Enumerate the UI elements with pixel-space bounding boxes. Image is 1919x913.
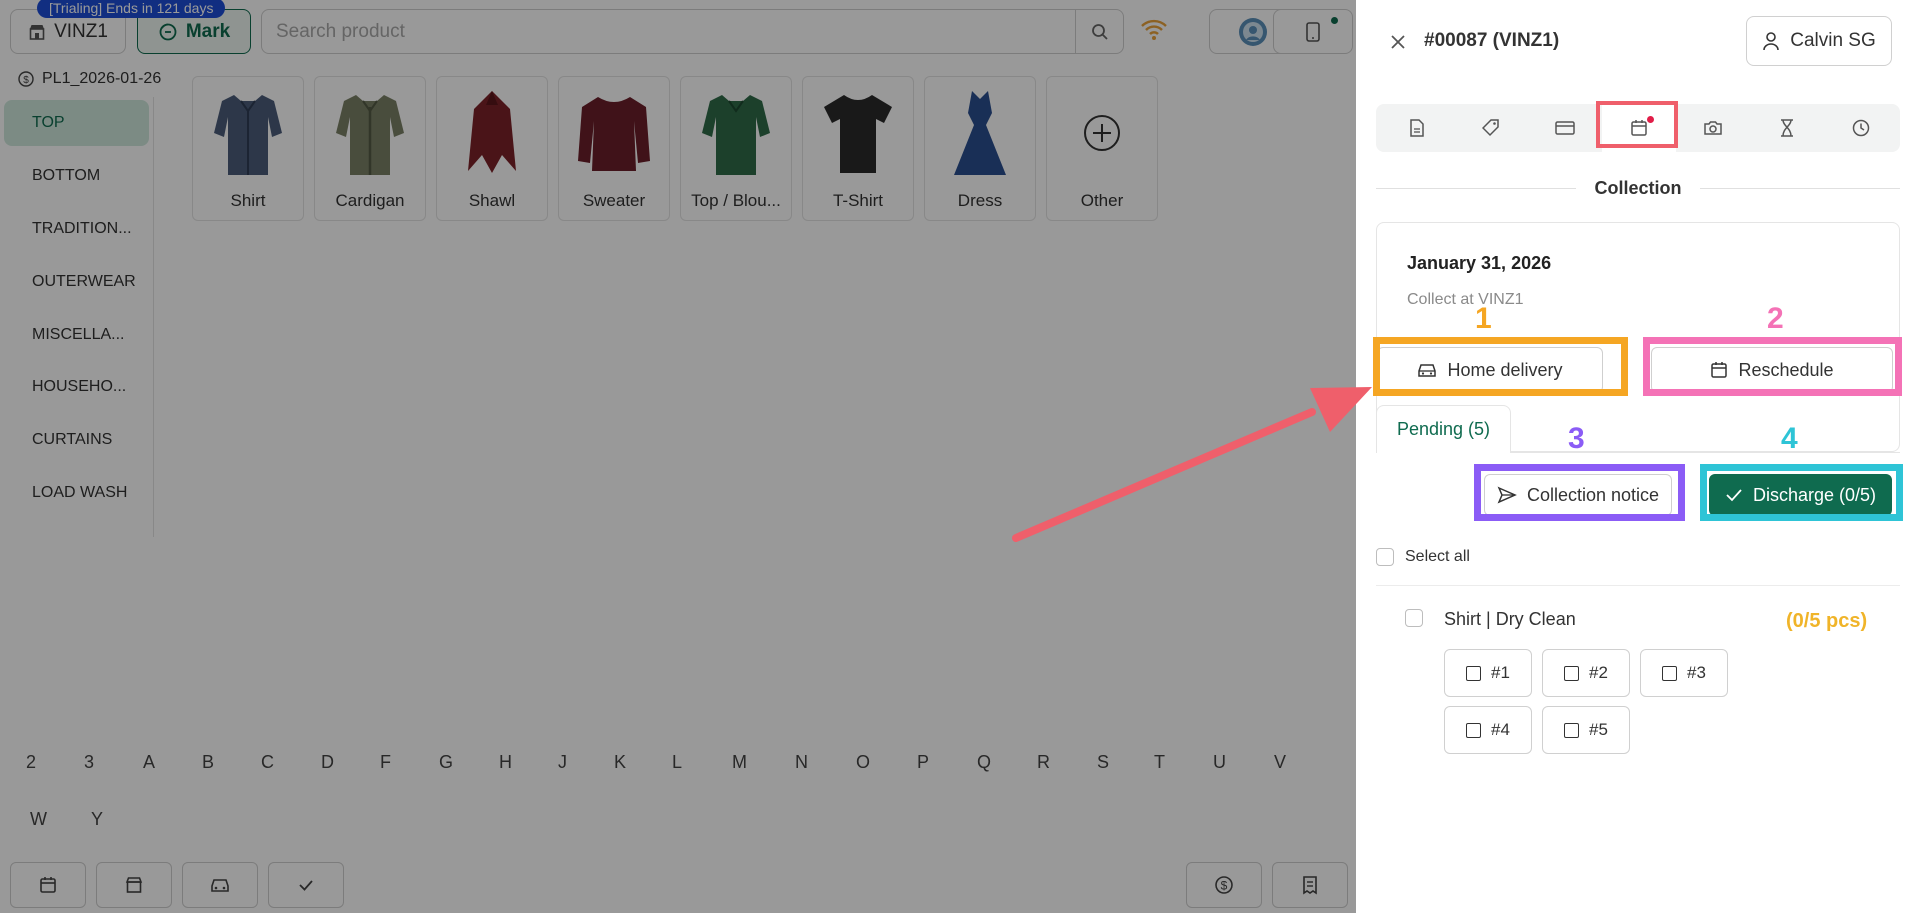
car-icon	[1417, 361, 1437, 379]
checkbox-icon	[1466, 722, 1482, 738]
piece-button[interactable]: #5	[1542, 706, 1630, 754]
tab-photos[interactable]	[1676, 104, 1750, 152]
check-icon	[1725, 487, 1743, 503]
checkbox-icon	[1564, 665, 1580, 681]
user-name: Calvin SG	[1790, 30, 1876, 51]
camera-icon	[1703, 120, 1723, 136]
order-drawer: #00087 (VINZ1) Calvin SG Collection Janu…	[1356, 0, 1919, 913]
tag-icon	[1482, 119, 1500, 137]
tab-tags[interactable]	[1454, 104, 1528, 152]
annotation-number-1: 1	[1475, 302, 1492, 335]
checkbox-icon	[1564, 722, 1580, 738]
piece-label: #2	[1589, 663, 1608, 682]
tab-pending[interactable]: Pending (5)	[1376, 405, 1511, 453]
user-icon	[1762, 31, 1780, 51]
modal-backdrop[interactable]	[0, 0, 1356, 913]
reschedule-button[interactable]: Reschedule	[1651, 347, 1893, 393]
calendar-icon	[1710, 361, 1728, 379]
piece-button[interactable]: #4	[1444, 706, 1532, 754]
divider	[1376, 585, 1900, 586]
home-delivery-label: Home delivery	[1447, 359, 1563, 380]
tab-details[interactable]	[1380, 104, 1454, 152]
tab-collection[interactable]	[1602, 104, 1676, 152]
piece-button[interactable]: #3	[1640, 649, 1728, 697]
tab-payment[interactable]	[1528, 104, 1602, 152]
item-checkbox[interactable]	[1405, 609, 1423, 627]
discharge-button[interactable]: Discharge (0/5)	[1709, 474, 1892, 516]
select-all-checkbox[interactable]	[1376, 548, 1394, 566]
annotation-number-3: 3	[1568, 422, 1585, 455]
piece-label: #3	[1687, 663, 1706, 682]
item-count: (0/5 pcs)	[1786, 610, 1868, 632]
annotation-number-4: 4	[1781, 422, 1798, 455]
piece-label: #5	[1589, 720, 1608, 739]
reschedule-label: Reschedule	[1738, 359, 1834, 380]
close-button[interactable]	[1388, 32, 1408, 52]
tab-timer[interactable]	[1750, 104, 1824, 152]
hourglass-icon	[1780, 119, 1794, 137]
document-icon	[1409, 119, 1425, 137]
send-icon	[1497, 486, 1517, 504]
piece-button[interactable]: #2	[1542, 649, 1630, 697]
tab-history[interactable]	[1824, 104, 1898, 152]
discharge-label: Discharge (0/5)	[1752, 484, 1877, 505]
close-icon	[1388, 32, 1408, 52]
checkbox-icon	[1662, 665, 1678, 681]
drawer-tabs	[1376, 104, 1900, 152]
piece-label: #1	[1491, 663, 1510, 682]
user-button[interactable]: Calvin SG	[1746, 16, 1892, 66]
piece-button[interactable]: #1	[1444, 649, 1532, 697]
collection-notice-label: Collection notice	[1526, 484, 1660, 505]
notification-dot	[1647, 116, 1654, 123]
collection-notice-button[interactable]: Collection notice	[1484, 474, 1672, 516]
checkbox-icon	[1466, 665, 1482, 681]
piece-label: #4	[1491, 720, 1510, 739]
collect-location: Collect at VINZ1	[1407, 291, 1524, 308]
clock-icon	[1852, 119, 1870, 137]
card-icon	[1555, 120, 1575, 136]
collection-date: January 31, 2026	[1407, 253, 1552, 273]
order-title: #00087 (VINZ1)	[1424, 30, 1560, 51]
section-header: Collection	[1376, 178, 1900, 198]
section-title: Collection	[1594, 178, 1682, 198]
calendar-icon	[1630, 119, 1648, 137]
select-all-label: Select all	[1405, 548, 1470, 565]
home-delivery-button[interactable]: Home delivery	[1377, 347, 1603, 393]
item-name: Shirt | Dry Clean	[1444, 609, 1576, 629]
annotation-number-2: 2	[1767, 302, 1784, 335]
